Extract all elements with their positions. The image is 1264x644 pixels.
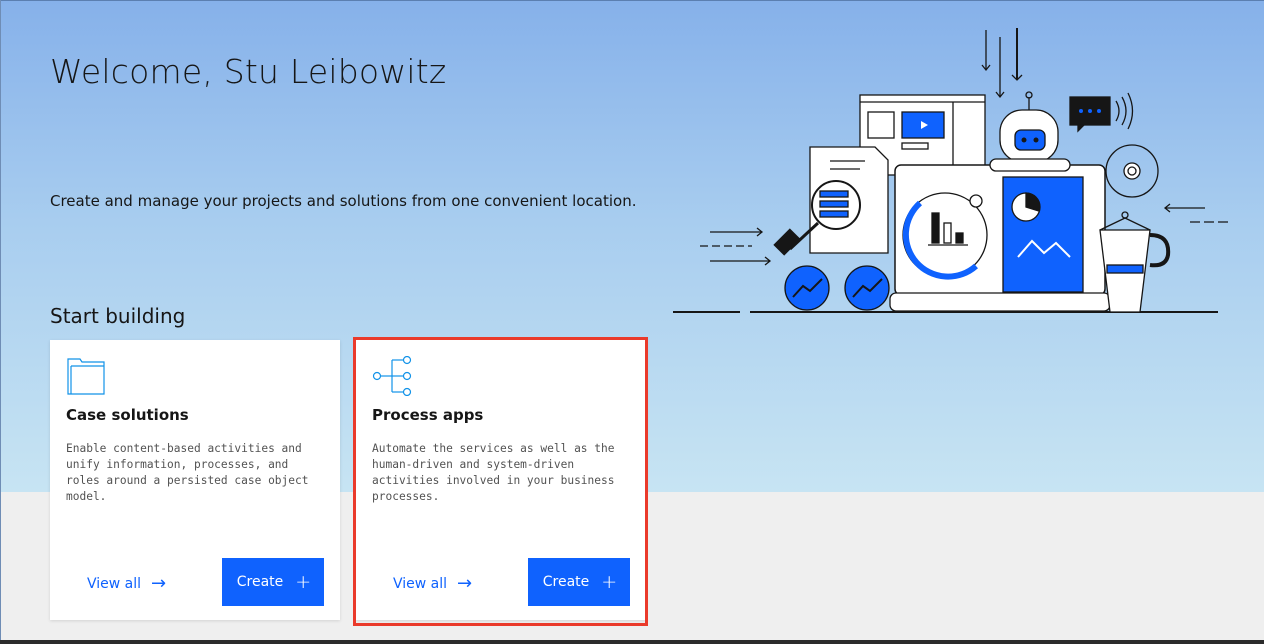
case-solutions-card: Case solutions Enable content-based acti… — [50, 340, 340, 620]
plus-icon: + — [295, 571, 312, 593]
process-apps-card: Process apps Automate the services as we… — [356, 340, 646, 620]
card-description: Enable content-based activities and unif… — [66, 442, 309, 503]
arrow-right-icon: → — [457, 573, 473, 594]
card-title: Process apps — [372, 406, 484, 424]
window-bottom-edge — [0, 640, 1264, 644]
section-title: Start building — [50, 304, 186, 328]
page-title: Welcome, Stu Leibowitz — [50, 52, 447, 91]
page-subtitle: Create and manage your projects and solu… — [50, 192, 637, 210]
create-button[interactable]: Create + — [528, 558, 630, 606]
create-label: Create — [542, 574, 590, 590]
folder-icon — [67, 358, 105, 395]
view-all-label: View all — [87, 575, 142, 592]
window-edge — [0, 0, 1, 644]
view-all-link[interactable]: View all → — [393, 573, 472, 594]
create-label: Create — [236, 574, 284, 590]
arrow-right-icon: → — [151, 573, 167, 594]
card-description: Automate the services as well as the hum… — [372, 442, 615, 503]
view-all-label: View all — [393, 575, 448, 592]
view-all-link[interactable]: View all → — [87, 573, 166, 594]
hero-illustration — [673, 28, 1230, 313]
create-button[interactable]: Create + — [222, 558, 324, 606]
card-title: Case solutions — [66, 406, 189, 424]
flow-tree-icon — [372, 356, 412, 396]
plus-icon: + — [601, 571, 618, 593]
